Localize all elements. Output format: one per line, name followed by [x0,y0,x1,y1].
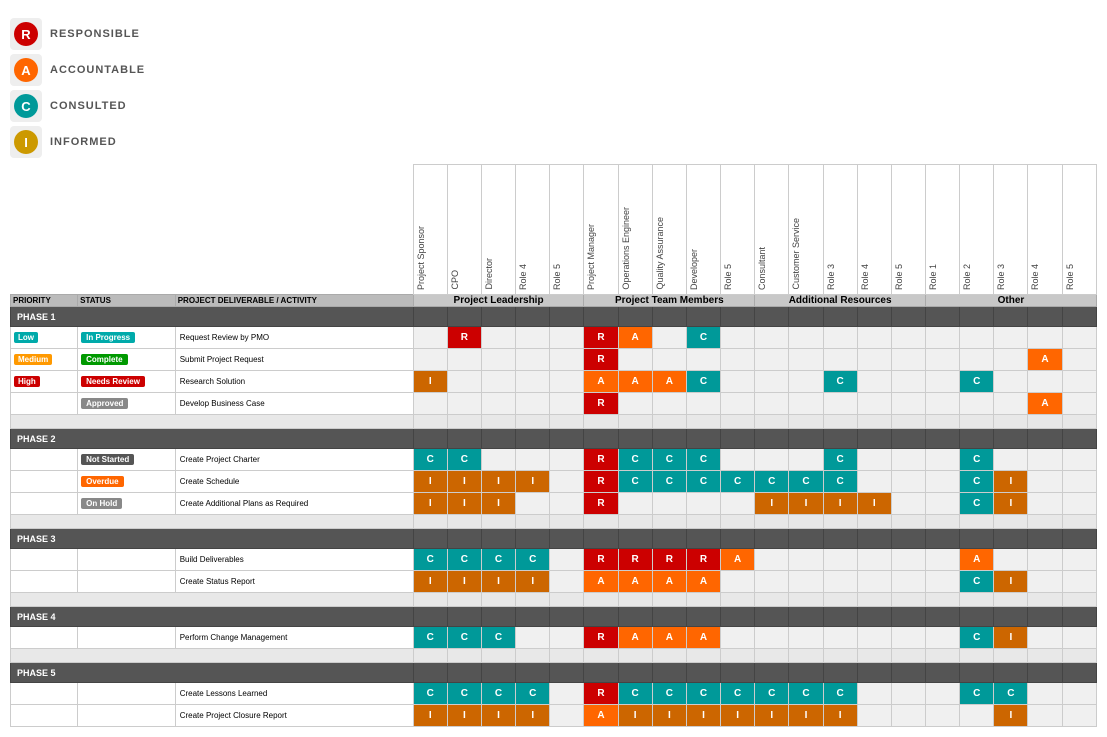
col-role2-ot: Role 2 [960,165,994,295]
raci-matrix: Project Sponsor CPO Director Role 4 Role… [10,164,1097,727]
c-label: CONSULTED [50,100,127,112]
priority-col-header: PRIORITY [11,295,78,307]
phase-row: PHASE 2 [11,429,1097,449]
col-role4-ot: Role 4 [1028,165,1062,295]
col-customer-service: Customer Service [789,165,823,295]
r-icon: R [14,22,38,46]
col-developer: Developer [686,165,720,295]
table-row: Create Status ReportIIIIAAAACI [11,571,1097,593]
status-col-header: STATUS [78,295,176,307]
status-header-spacer [78,165,176,295]
phase-row: PHASE 5 [11,663,1097,683]
table-row: HighNeeds ReviewResearch SolutionIAAACCC [11,371,1097,393]
col-quality-assurance: Quality Assurance [652,165,686,295]
group-additional-resources: Additional Resources [755,295,926,307]
table-row: Create Project Closure ReportIIIIAIIIIII… [11,705,1097,727]
a-icon: A [14,58,38,82]
table-row: MediumCompleteSubmit Project RequestRA [11,349,1097,371]
activity-col-header: PROJECT DELIVERABLE / ACTIVITY [175,295,413,307]
col-role4-ar: Role 4 [857,165,891,295]
col-cpo: CPO [447,165,481,295]
priority-header-spacer [11,165,78,295]
c-icon: C [14,94,38,118]
col-ops-engineer: Operations Engineer [618,165,652,295]
table-row: Build DeliverablesCCCCRRRRAA [11,549,1097,571]
col-role4-pl: Role 4 [516,165,550,295]
empty-row [11,593,1097,607]
col-role5-ot: Role 5 [1062,165,1096,295]
legend-item-a: A ACCOUNTABLE [10,54,350,86]
col-role3-ot: Role 3 [994,165,1028,295]
r-label: RESPONSIBLE [50,28,140,40]
group-project-leadership: Project Leadership [413,295,584,307]
i-icon: I [14,130,38,154]
col-role5-ar: Role 5 [891,165,925,295]
legend: R RESPONSIBLE A ACCOUNTABLE C CONSULTED … [10,18,350,158]
phase-row: PHASE 4 [11,607,1097,627]
legend-item-c: C CONSULTED [10,90,350,122]
table-row: LowIn ProgressRequest Review by PMORRAC [11,327,1097,349]
col-consultant: Consultant [755,165,789,295]
empty-row [11,649,1097,663]
table-row: OverdueCreate ScheduleIIIIRCCCCCCCCI [11,471,1097,493]
i-label: INFORMED [50,136,117,148]
legend-item-i: I INFORMED [10,126,350,158]
col-role5-pt: Role 5 [721,165,755,295]
group-headers-row: PRIORITY STATUS PROJECT DELIVERABLE / AC… [11,295,1097,307]
col-role1-ot: Role 1 [926,165,960,295]
col-project-sponsor: Project Sponsor [413,165,447,295]
activity-header-spacer [175,165,413,295]
col-project-manager: Project Manager [584,165,618,295]
phase-row: PHASE 3 [11,529,1097,549]
table-row: Not StartedCreate Project CharterCCRCCCC… [11,449,1097,471]
empty-row [11,415,1097,429]
a-label: ACCOUNTABLE [50,64,145,76]
group-other: Other [926,295,1097,307]
group-project-team: Project Team Members [584,295,755,307]
col-role5-pl: Role 5 [550,165,584,295]
table-row: Create Lessons LearnedCCCCRCCCCCCCCC [11,683,1097,705]
phase-row: PHASE 1 [11,307,1097,327]
table-row: Perform Change ManagementCCCRAAACI [11,627,1097,649]
table-row: ApprovedDevelop Business CaseRA [11,393,1097,415]
empty-row [11,515,1097,529]
col-director: Director [481,165,515,295]
col-role3-ar: Role 3 [823,165,857,295]
legend-item-r: R RESPONSIBLE [10,18,350,50]
table-row: On HoldCreate Additional Plans as Requir… [11,493,1097,515]
